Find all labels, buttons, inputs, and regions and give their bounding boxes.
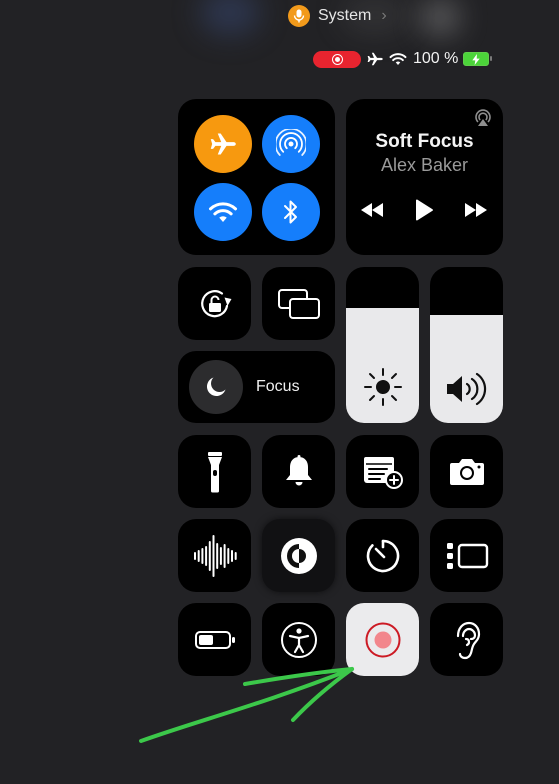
accessibility-shortcut-button[interactable]: [262, 603, 335, 676]
airdrop-icon: [276, 129, 306, 159]
wifi-icon: [389, 52, 407, 66]
moon-icon: [189, 360, 243, 414]
volume-slider[interactable]: [430, 267, 503, 423]
camera-button[interactable]: [430, 435, 503, 508]
hearing-button[interactable]: [430, 603, 503, 676]
mic-app-label: System: [318, 7, 372, 24]
screen-recording-indicator[interactable]: [313, 50, 361, 68]
battery-icon: [194, 630, 236, 650]
silent-mode-button[interactable]: [262, 435, 335, 508]
airplay-audio-icon[interactable]: [473, 108, 493, 128]
bluetooth-toggle[interactable]: [262, 183, 320, 241]
orientation-lock-button[interactable]: [178, 267, 251, 340]
speaker-icon: [430, 371, 503, 407]
waveform-icon: [191, 534, 239, 578]
voice-memos-button[interactable]: [178, 519, 251, 592]
play-button[interactable]: [414, 199, 434, 221]
play-icon: [414, 199, 434, 221]
song-title: Soft Focus: [375, 131, 474, 152]
timer-button[interactable]: [346, 519, 419, 592]
airplane-icon: [366, 52, 384, 66]
bluetooth-icon: [282, 198, 300, 226]
flashlight-icon: [207, 451, 223, 493]
status-bar: 100 %: [313, 48, 493, 70]
fast-forward-icon: [464, 203, 488, 217]
screen-mirroring-icon: [277, 288, 321, 320]
bell-icon: [284, 454, 314, 489]
sun-icon: [346, 367, 419, 407]
ear-icon: [452, 620, 482, 660]
screen-mirroring-button[interactable]: [262, 267, 335, 340]
song-artist: Alex Baker: [380, 155, 469, 175]
mic-in-use-indicator[interactable]: System ›: [288, 4, 387, 28]
dark-mode-button[interactable]: [262, 519, 335, 592]
chevron-right-icon: ›: [381, 7, 387, 24]
airplane-icon: [209, 132, 237, 156]
background-blur: [420, 0, 460, 35]
fast-forward-button[interactable]: [464, 203, 488, 217]
microphone-icon: [288, 5, 310, 27]
wifi-toggle[interactable]: [194, 183, 252, 241]
rotation-lock-icon: [196, 285, 234, 323]
background-blur: [200, 0, 260, 35]
airdrop-toggle[interactable]: [262, 115, 320, 173]
screen-recording-button[interactable]: [346, 603, 419, 676]
rewind-button[interactable]: [360, 203, 384, 217]
battery-charging-icon: [463, 52, 493, 66]
now-playing-panel[interactable]: Soft Focus Alex Baker: [346, 99, 503, 255]
brightness-slider[interactable]: [346, 267, 419, 423]
timer-icon: [365, 538, 401, 574]
focus-label: Focus: [256, 378, 300, 395]
wifi-icon: [208, 200, 238, 224]
airplane-mode-toggle[interactable]: [194, 115, 252, 173]
quick-note-button[interactable]: [346, 435, 419, 508]
flashlight-button[interactable]: [178, 435, 251, 508]
dark-mode-icon: [278, 535, 320, 577]
camera-icon: [448, 457, 486, 487]
connectivity-panel: [178, 99, 335, 255]
arrow-head-lower: [291, 667, 354, 722]
quick-note-icon: [362, 455, 404, 489]
record-icon: [331, 53, 343, 65]
arrow-shaft: [139, 667, 354, 743]
low-power-mode-button[interactable]: [178, 603, 251, 676]
stage-manager-button[interactable]: [430, 519, 503, 592]
accessibility-icon: [280, 621, 318, 659]
focus-button[interactable]: Focus: [178, 351, 335, 423]
rewind-icon: [360, 203, 384, 217]
battery-percentage: 100 %: [413, 50, 459, 67]
stage-manager-icon: [445, 541, 489, 571]
record-icon: [364, 621, 402, 659]
